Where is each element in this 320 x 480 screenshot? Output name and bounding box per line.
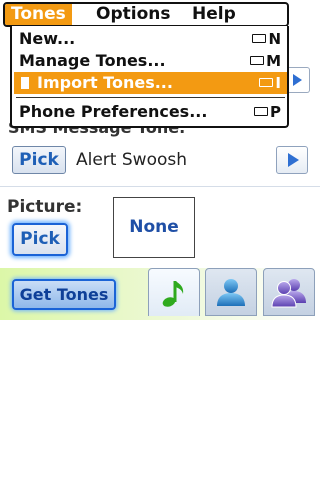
command-stroke-icon — [259, 78, 274, 87]
menu-item-label: New... — [19, 29, 76, 48]
menu-item-label: Manage Tones... — [19, 51, 166, 70]
menu-item-phone-preferences[interactable]: Phone Preferences... P — [14, 101, 287, 123]
menu-item-shortcut: N — [252, 28, 281, 50]
menu-item-shortcut: P — [254, 101, 281, 123]
menu-item-import-tones[interactable]: Import Tones... I — [14, 72, 287, 94]
people-icon — [271, 279, 306, 308]
menu-item-label: Import Tones... — [37, 73, 173, 92]
picture-pick-button[interactable]: Pick — [12, 223, 68, 256]
menu-item-shortcut: I — [259, 72, 281, 94]
menu-tones[interactable]: Tones — [5, 4, 72, 25]
document-icon — [21, 77, 29, 89]
top-row-arrow-button[interactable] — [289, 67, 310, 93]
menu-help[interactable]: Help — [186, 4, 242, 25]
tones-dropdown-menu: New... N Manage Tones... M Import Tones.… — [10, 26, 289, 128]
menu-item-shortcut: M — [250, 50, 281, 72]
sms-tone-play-button[interactable] — [276, 146, 308, 174]
menu-item-label: Phone Preferences... — [19, 102, 208, 121]
menu-item-manage-tones[interactable]: Manage Tones... M — [14, 50, 287, 72]
menu-bar: Tones Options Help — [3, 2, 289, 27]
picture-label: Picture: — [7, 197, 83, 217]
menu-item-new[interactable]: New... N — [14, 28, 287, 50]
sms-pick-button[interactable]: Pick — [12, 146, 66, 174]
divider — [0, 186, 320, 187]
command-stroke-icon — [252, 34, 267, 43]
music-note-icon — [162, 280, 184, 307]
command-stroke-icon — [254, 107, 268, 116]
sms-tone-value: Alert Swoosh — [76, 150, 187, 170]
command-stroke-icon — [250, 56, 265, 65]
tab-group[interactable] — [263, 268, 315, 316]
tab-tones[interactable] — [148, 268, 200, 316]
get-tones-button[interactable]: Get Tones — [12, 279, 116, 310]
person-icon — [217, 279, 245, 306]
play-icon — [288, 153, 299, 167]
picture-preview[interactable]: None — [113, 197, 195, 258]
menu-options[interactable]: Options — [90, 4, 176, 25]
menu-separator — [16, 97, 285, 98]
arrow-right-icon — [293, 74, 302, 86]
tab-contact[interactable] — [205, 268, 257, 316]
